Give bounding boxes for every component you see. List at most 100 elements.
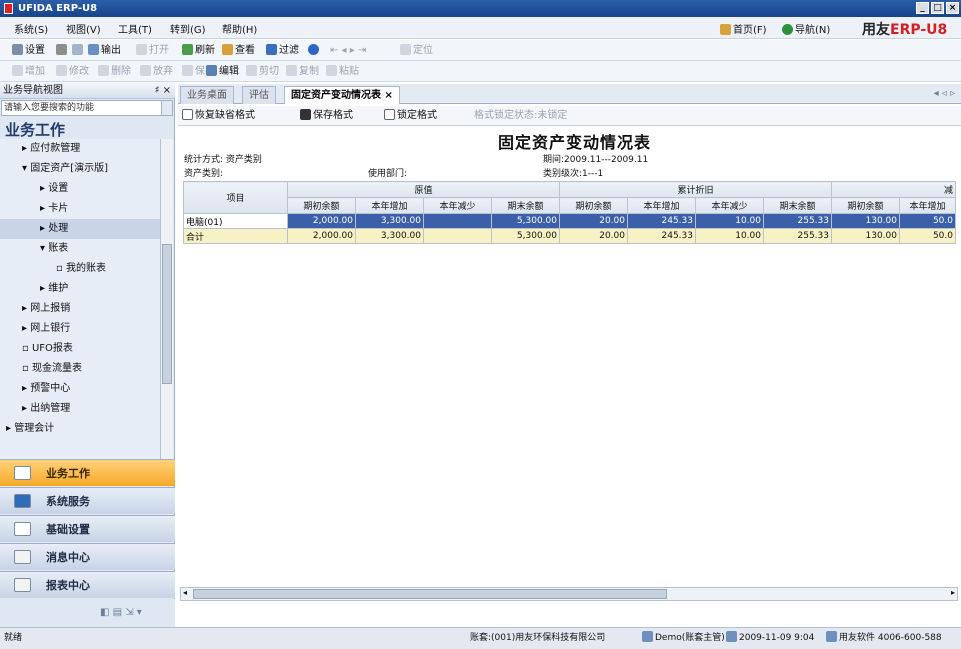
status-ready: 就绪 [4,633,23,643]
tab-scroll-arrows[interactable]: ◂ ◃ ▹ [934,88,955,99]
cell[interactable]: 3,300.00 [355,228,424,244]
nav-button-basic-settings[interactable]: 基础设置 [0,515,175,542]
export-button[interactable]: 输出 [88,43,121,58]
cell[interactable]: 20.00 [559,228,628,244]
cell-item[interactable]: 合计 [183,228,288,244]
subheader: 期末余额 [491,197,560,214]
nav-button-business[interactable]: 业务工作 [0,459,175,486]
tree-item-cashier[interactable]: ▸ 出纳管理 [0,399,160,419]
menu-tools[interactable]: 工具(T) [118,21,152,36]
app-icon [4,3,13,14]
nav-config-icons[interactable]: ◧ ▤ ⇲ ▾ [100,607,142,618]
tree-item-setup[interactable]: ▸ 设置 [0,179,160,199]
minimize-button[interactable]: _ [916,2,929,14]
tree-item-maintain[interactable]: ▸ 维护 [0,279,160,299]
menu-goto[interactable]: 转到(G) [170,21,206,36]
cell[interactable]: 10.00 [695,213,764,229]
nav-link[interactable]: 导航(N) [782,21,830,36]
close-window-button[interactable]: × [946,2,959,14]
cell[interactable] [423,213,492,229]
preview-button[interactable] [72,43,85,58]
refresh-button[interactable]: 刷新 [182,43,215,58]
restore-format-button[interactable]: 恢复缺省格式 [182,109,255,123]
tree-item-online-bank[interactable]: ▸ 网上银行 [0,319,160,339]
view-button[interactable]: 查看 [222,43,255,58]
home-link[interactable]: 首页(F) [720,21,767,36]
cell[interactable]: 245.33 [627,228,696,244]
view-icon [222,44,233,55]
cell[interactable]: 10.00 [695,228,764,244]
open-button[interactable]: 打开 [136,43,169,58]
tab-evaluate[interactable]: 评估 [242,86,276,104]
nav-tree-scrollbar[interactable] [160,139,173,459]
tab-fixed-asset-change-report[interactable]: 固定资产变动情况表 × [284,86,400,104]
cell[interactable]: 130.00 [831,228,900,244]
table-row-total[interactable]: 合计 2,000.00 3,300.00 5,300.00 20.00 245.… [183,228,956,244]
cell[interactable]: 2,000.00 [287,228,356,244]
tree-item-cards[interactable]: ▸ 卡片 [0,199,160,219]
subheader: 本年减少 [695,197,764,214]
expand-icon: ▸ [40,283,46,294]
modify-button[interactable]: 修改 [56,64,89,79]
nav-button-message-center[interactable]: 消息中心 [0,543,175,570]
discard-button[interactable]: 放弃 [140,64,173,79]
cell[interactable]: 50.0 [899,213,956,229]
nav-search-input[interactable]: 请输入您要搜索的功能 [1,100,173,116]
menu-help[interactable]: 帮助(H) [222,21,257,36]
edit-button[interactable]: 编辑 [206,64,239,79]
delete-button[interactable]: 删除 [98,64,131,79]
cell[interactable]: 5,300.00 [491,213,560,229]
close-tab-icon[interactable]: × [384,90,392,101]
cell[interactable]: 20.00 [559,213,628,229]
tree-item-my-reports[interactable]: ▫ 我的账表 [0,259,160,279]
tree-item-ap[interactable]: ▸ 应付款管理 [0,139,160,159]
nav-button-report-center[interactable]: 报表中心 [0,571,175,598]
scroll-right-icon[interactable]: ▸ [951,588,955,597]
help-icon-button[interactable] [308,43,321,58]
tree-item-alert-center[interactable]: ▸ 预警中心 [0,379,160,399]
tab-desktop[interactable]: 业务桌面 [180,86,234,104]
add-button[interactable]: 增加 [12,64,45,79]
cell[interactable]: 3,300.00 [355,213,424,229]
menu-system[interactable]: 系统(S) [14,21,48,36]
cell[interactable]: 255.33 [763,228,832,244]
table-row[interactable]: 电脑(01) 2,000.00 3,300.00 5,300.00 20.00 … [183,213,956,229]
report-hscrollbar[interactable]: ◂ ▸ [180,587,958,601]
category-level: 类别级次:1---1 [543,169,604,179]
subheader: 本年减少 [423,197,492,214]
tree-item-reports[interactable]: ▾ 账表 [0,239,160,259]
tree-item-online-reimburse[interactable]: ▸ 网上报销 [0,299,160,319]
filter-button[interactable]: 过滤 [266,43,299,58]
cell[interactable]: 245.33 [627,213,696,229]
lock-format-button[interactable]: 锁定格式 [384,109,437,123]
print-button[interactable] [56,43,69,58]
maximize-button[interactable]: □ [931,2,944,14]
cell[interactable]: 5,300.00 [491,228,560,244]
menu-view[interactable]: 视图(V) [66,21,101,36]
cell-item[interactable]: 电脑(01) [183,213,288,229]
cell[interactable]: 2,000.00 [287,213,356,229]
tree-item-fixed-assets[interactable]: ▾ 固定资产[演示版] [0,159,160,179]
tree-item-cashflow[interactable]: ▫ 现金流量表 [0,359,160,379]
tree-item-process[interactable]: ▸ 处理 [0,219,160,239]
ufida-logo: 用友ERP-U8 [862,22,948,38]
cell[interactable]: 50.0 [899,228,956,244]
copy-button[interactable]: 复制 [286,64,319,79]
scrollbar-thumb[interactable] [162,244,172,384]
setup-button[interactable]: 设置 [12,43,45,58]
scrollbar-thumb[interactable] [193,589,667,599]
record-nav-buttons[interactable]: ⇤ ◂ ▸ ⇥ [330,43,366,58]
cut-button[interactable]: 剪切 [246,64,279,79]
nav-button-system-service[interactable]: 系统服务 [0,487,175,514]
cell[interactable] [423,228,492,244]
cell[interactable]: 255.33 [763,213,832,229]
save-format-button[interactable]: 保存格式 [300,109,353,123]
search-go-icon[interactable] [161,101,172,115]
paste-button[interactable]: 粘贴 [326,64,359,79]
scroll-left-icon[interactable]: ◂ [183,588,187,597]
pin-close-buttons[interactable]: ♯ × [155,82,171,99]
tree-item-mgmt-accounting[interactable]: ▸ 管理会计 [0,419,160,439]
tree-item-ufo[interactable]: ▫ UFO报表 [0,339,160,359]
cell[interactable]: 130.00 [831,213,900,229]
locate-button[interactable]: 定位 [400,43,433,58]
